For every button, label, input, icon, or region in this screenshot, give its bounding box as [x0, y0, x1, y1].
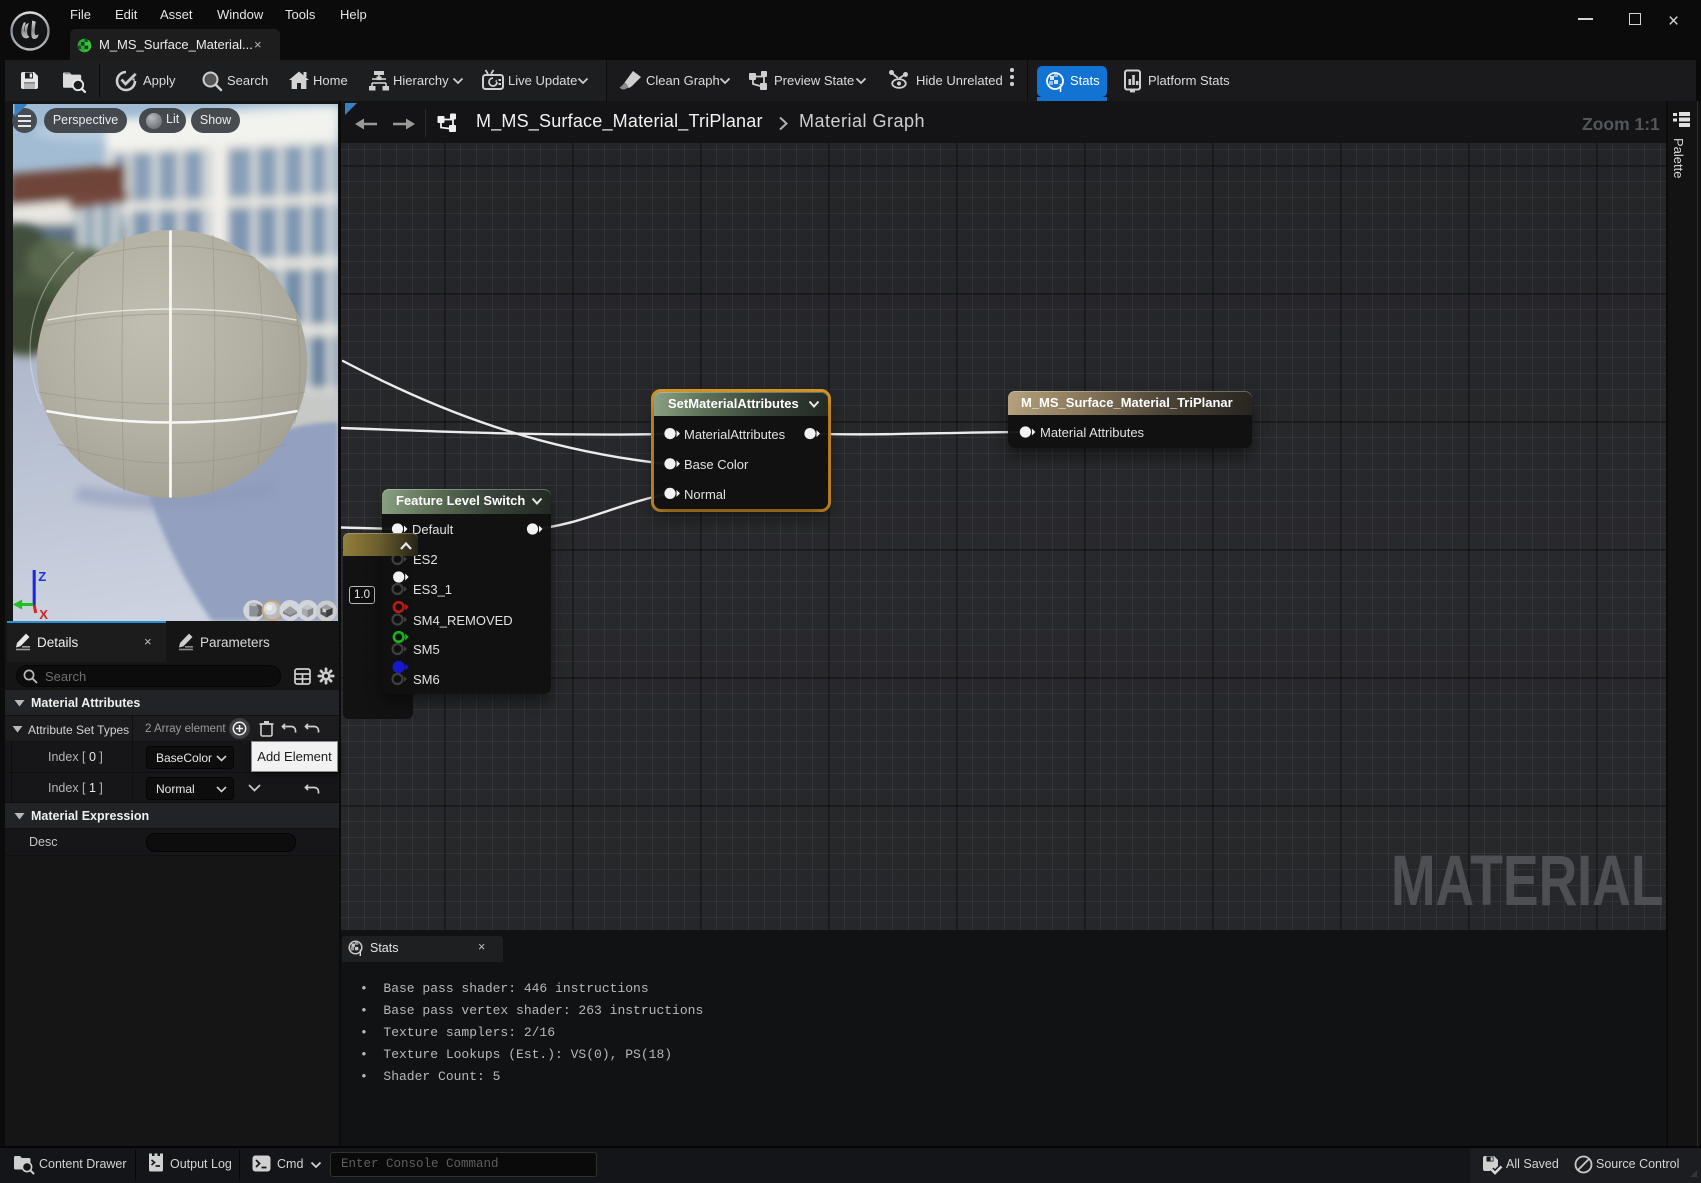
svg-text:i: i	[1059, 83, 1062, 93]
svg-text:X: X	[39, 607, 48, 621]
svg-text:i: i	[359, 948, 362, 957]
svg-text:Z: Z	[38, 569, 46, 584]
